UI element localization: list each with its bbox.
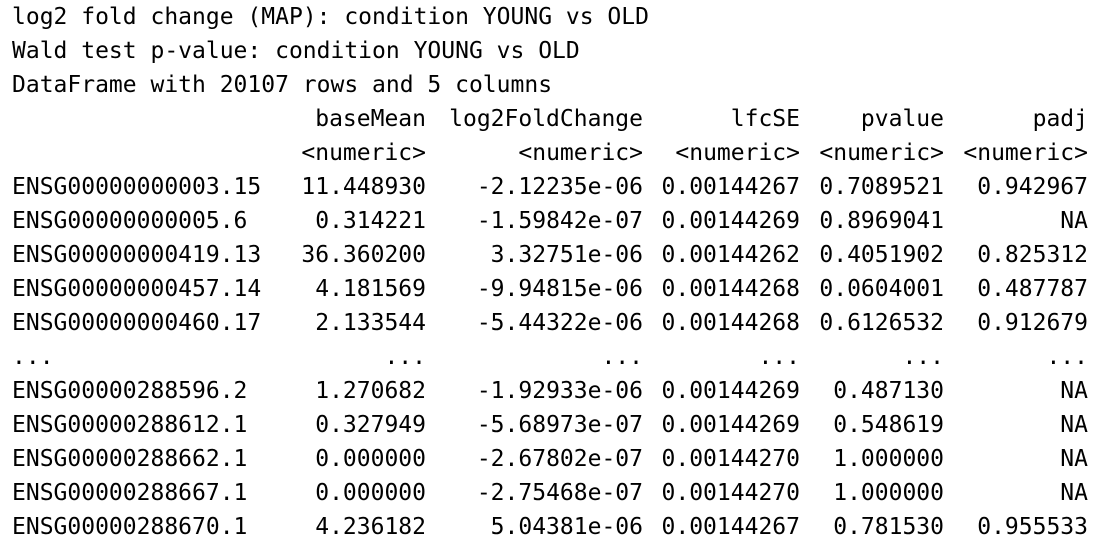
- gene-id-cell: ENSG00000000003.15: [12, 174, 262, 200]
- log2foldchange-cell: -5.44322e-06: [476, 310, 643, 336]
- column-header-lfcse: lfcSE: [730, 106, 800, 132]
- column-header-basemean: baseMean: [315, 106, 426, 132]
- log2foldchange-cell: -2.75468e-07: [476, 480, 643, 506]
- lfcse-cell: 0.00144267: [661, 174, 800, 200]
- gene-id-cell: ENSG00000288670.1: [12, 514, 248, 540]
- pvalue-cell: 0.548619: [833, 412, 944, 438]
- lfcse-cell: 0.00144269: [661, 412, 800, 438]
- pvalue-cell: 0.487130: [833, 378, 944, 404]
- column-type-pvalue: <numeric>: [819, 140, 944, 166]
- results-table: baseMean log2FoldChange lfcSE pvalue pad…: [12, 102, 1102, 544]
- column-header-pvalue: pvalue: [860, 106, 944, 132]
- padj-cell: NA: [1060, 446, 1088, 472]
- table-row: ENSG00000288612.1 0.327949 -5.68973e-07 …: [12, 408, 1102, 442]
- wald-test-description-line: Wald test p-value: condition YOUNG vs OL…: [12, 38, 580, 64]
- padj-cell: NA: [1060, 378, 1088, 404]
- basemean-cell: 36.360200: [301, 242, 426, 268]
- log2foldchange-cell: -2.12235e-06: [476, 174, 643, 200]
- log2foldchange-cell: -9.94815e-06: [476, 276, 643, 302]
- dataframe-dimensions-line: DataFrame with 20107 rows and 5 columns: [12, 72, 553, 98]
- log2foldchange-cell: -1.92933e-06: [476, 378, 643, 404]
- pvalue-cell: 1.000000: [833, 480, 944, 506]
- log2foldchange-cell: 3.32751e-06: [490, 242, 643, 268]
- pvalue-cell: 0.8969041: [819, 208, 944, 234]
- lfc-description-line: log2 fold change (MAP): condition YOUNG …: [12, 4, 649, 30]
- gene-id-cell: ENSG00000288612.1: [12, 412, 248, 438]
- gene-id-cell: ENSG00000000005.6: [12, 208, 248, 234]
- padj-cell: 0.942967: [977, 174, 1088, 200]
- column-type-log2foldchange: <numeric>: [518, 140, 643, 166]
- pvalue-cell: 0.0604001: [819, 276, 944, 302]
- padj-cell: 0.912679: [977, 310, 1088, 336]
- basemean-cell: 0.000000: [315, 446, 426, 472]
- lfcse-cell: 0.00144270: [661, 480, 800, 506]
- column-header-padj: padj: [1032, 106, 1088, 132]
- column-header-log2foldchange: log2FoldChange: [449, 106, 643, 132]
- gene-id-cell: ENSG00000288662.1: [12, 446, 248, 472]
- column-header-rowname: [12, 102, 284, 136]
- padj-cell: 0.487787: [977, 276, 1088, 302]
- ellipsis-cell: ...: [12, 344, 54, 370]
- basemean-cell: 2.133544: [315, 310, 426, 336]
- column-type-padj: <numeric>: [963, 140, 1088, 166]
- ellipsis-cell: ...: [758, 344, 800, 370]
- table-row: ENSG00000000419.13 36.360200 3.32751e-06…: [12, 238, 1102, 272]
- basemean-cell: 0.327949: [315, 412, 426, 438]
- lfcse-cell: 0.00144268: [661, 276, 800, 302]
- gene-id-cell: ENSG00000288667.1: [12, 480, 248, 506]
- table-row: ENSG00000000005.6 0.314221 -1.59842e-07 …: [12, 204, 1102, 238]
- padj-cell: NA: [1060, 412, 1088, 438]
- pvalue-cell: 0.4051902: [819, 242, 944, 268]
- column-type-rowname: [12, 136, 284, 170]
- ellipsis-cell: ...: [601, 344, 643, 370]
- table-row: ENSG00000288596.2 1.270682 -1.92933e-06 …: [12, 374, 1102, 408]
- basemean-cell: 1.270682: [315, 378, 426, 404]
- padj-cell: 0.955533: [977, 514, 1088, 540]
- pvalue-cell: 1.000000: [833, 446, 944, 472]
- table-row: ENSG00000288667.1 0.000000 -2.75468e-07 …: [12, 476, 1102, 510]
- column-type-row: <numeric> <numeric> <numeric> <numeric> …: [12, 136, 1102, 170]
- table-row: ENSG00000000003.15 11.448930 -2.12235e-0…: [12, 170, 1102, 204]
- lfcse-cell: 0.00144268: [661, 310, 800, 336]
- basemean-cell: 11.448930: [301, 174, 426, 200]
- pvalue-cell: 0.6126532: [819, 310, 944, 336]
- gene-id-cell: ENSG00000000460.17: [12, 310, 262, 336]
- log2foldchange-cell: -2.67802e-07: [476, 446, 643, 472]
- ellipsis-cell: ...: [1046, 344, 1088, 370]
- lfcse-cell: 0.00144270: [661, 446, 800, 472]
- pvalue-cell: 0.7089521: [819, 174, 944, 200]
- basemean-cell: 4.236182: [315, 514, 426, 540]
- column-type-basemean: <numeric>: [301, 140, 426, 166]
- table-row: ENSG00000288662.1 0.000000 -2.67802e-07 …: [12, 442, 1102, 476]
- basemean-cell: 4.181569: [315, 276, 426, 302]
- padj-cell: NA: [1060, 480, 1088, 506]
- ellipsis-cell: ...: [902, 344, 944, 370]
- ellipsis-cell: ...: [384, 344, 426, 370]
- gene-id-cell: ENSG00000000419.13: [12, 242, 262, 268]
- basemean-cell: 0.314221: [315, 208, 426, 234]
- column-type-lfcse: <numeric>: [675, 140, 800, 166]
- lfcse-cell: 0.00144262: [661, 242, 800, 268]
- table-row: ENSG00000000460.17 2.133544 -5.44322e-06…: [12, 306, 1102, 340]
- table-row: ENSG00000000457.14 4.181569 -9.94815e-06…: [12, 272, 1102, 306]
- lfcse-cell: 0.00144267: [661, 514, 800, 540]
- lfcse-cell: 0.00144269: [661, 378, 800, 404]
- padj-cell: NA: [1060, 208, 1088, 234]
- column-header-row: baseMean log2FoldChange lfcSE pvalue pad…: [12, 102, 1102, 136]
- log2foldchange-cell: 5.04381e-06: [490, 514, 643, 540]
- ellipsis-row: ... ... ... ... ... ...: [12, 340, 1102, 374]
- r-console-output: log2 fold change (MAP): condition YOUNG …: [12, 0, 1102, 544]
- gene-id-cell: ENSG00000000457.14: [12, 276, 262, 302]
- log2foldchange-cell: -1.59842e-07: [476, 208, 643, 234]
- log2foldchange-cell: -5.68973e-07: [476, 412, 643, 438]
- basemean-cell: 0.000000: [315, 480, 426, 506]
- pvalue-cell: 0.781530: [833, 514, 944, 540]
- table-row: ENSG00000288670.1 4.236182 5.04381e-06 0…: [12, 510, 1102, 544]
- lfcse-cell: 0.00144269: [661, 208, 800, 234]
- gene-id-cell: ENSG00000288596.2: [12, 378, 248, 404]
- padj-cell: 0.825312: [977, 242, 1088, 268]
